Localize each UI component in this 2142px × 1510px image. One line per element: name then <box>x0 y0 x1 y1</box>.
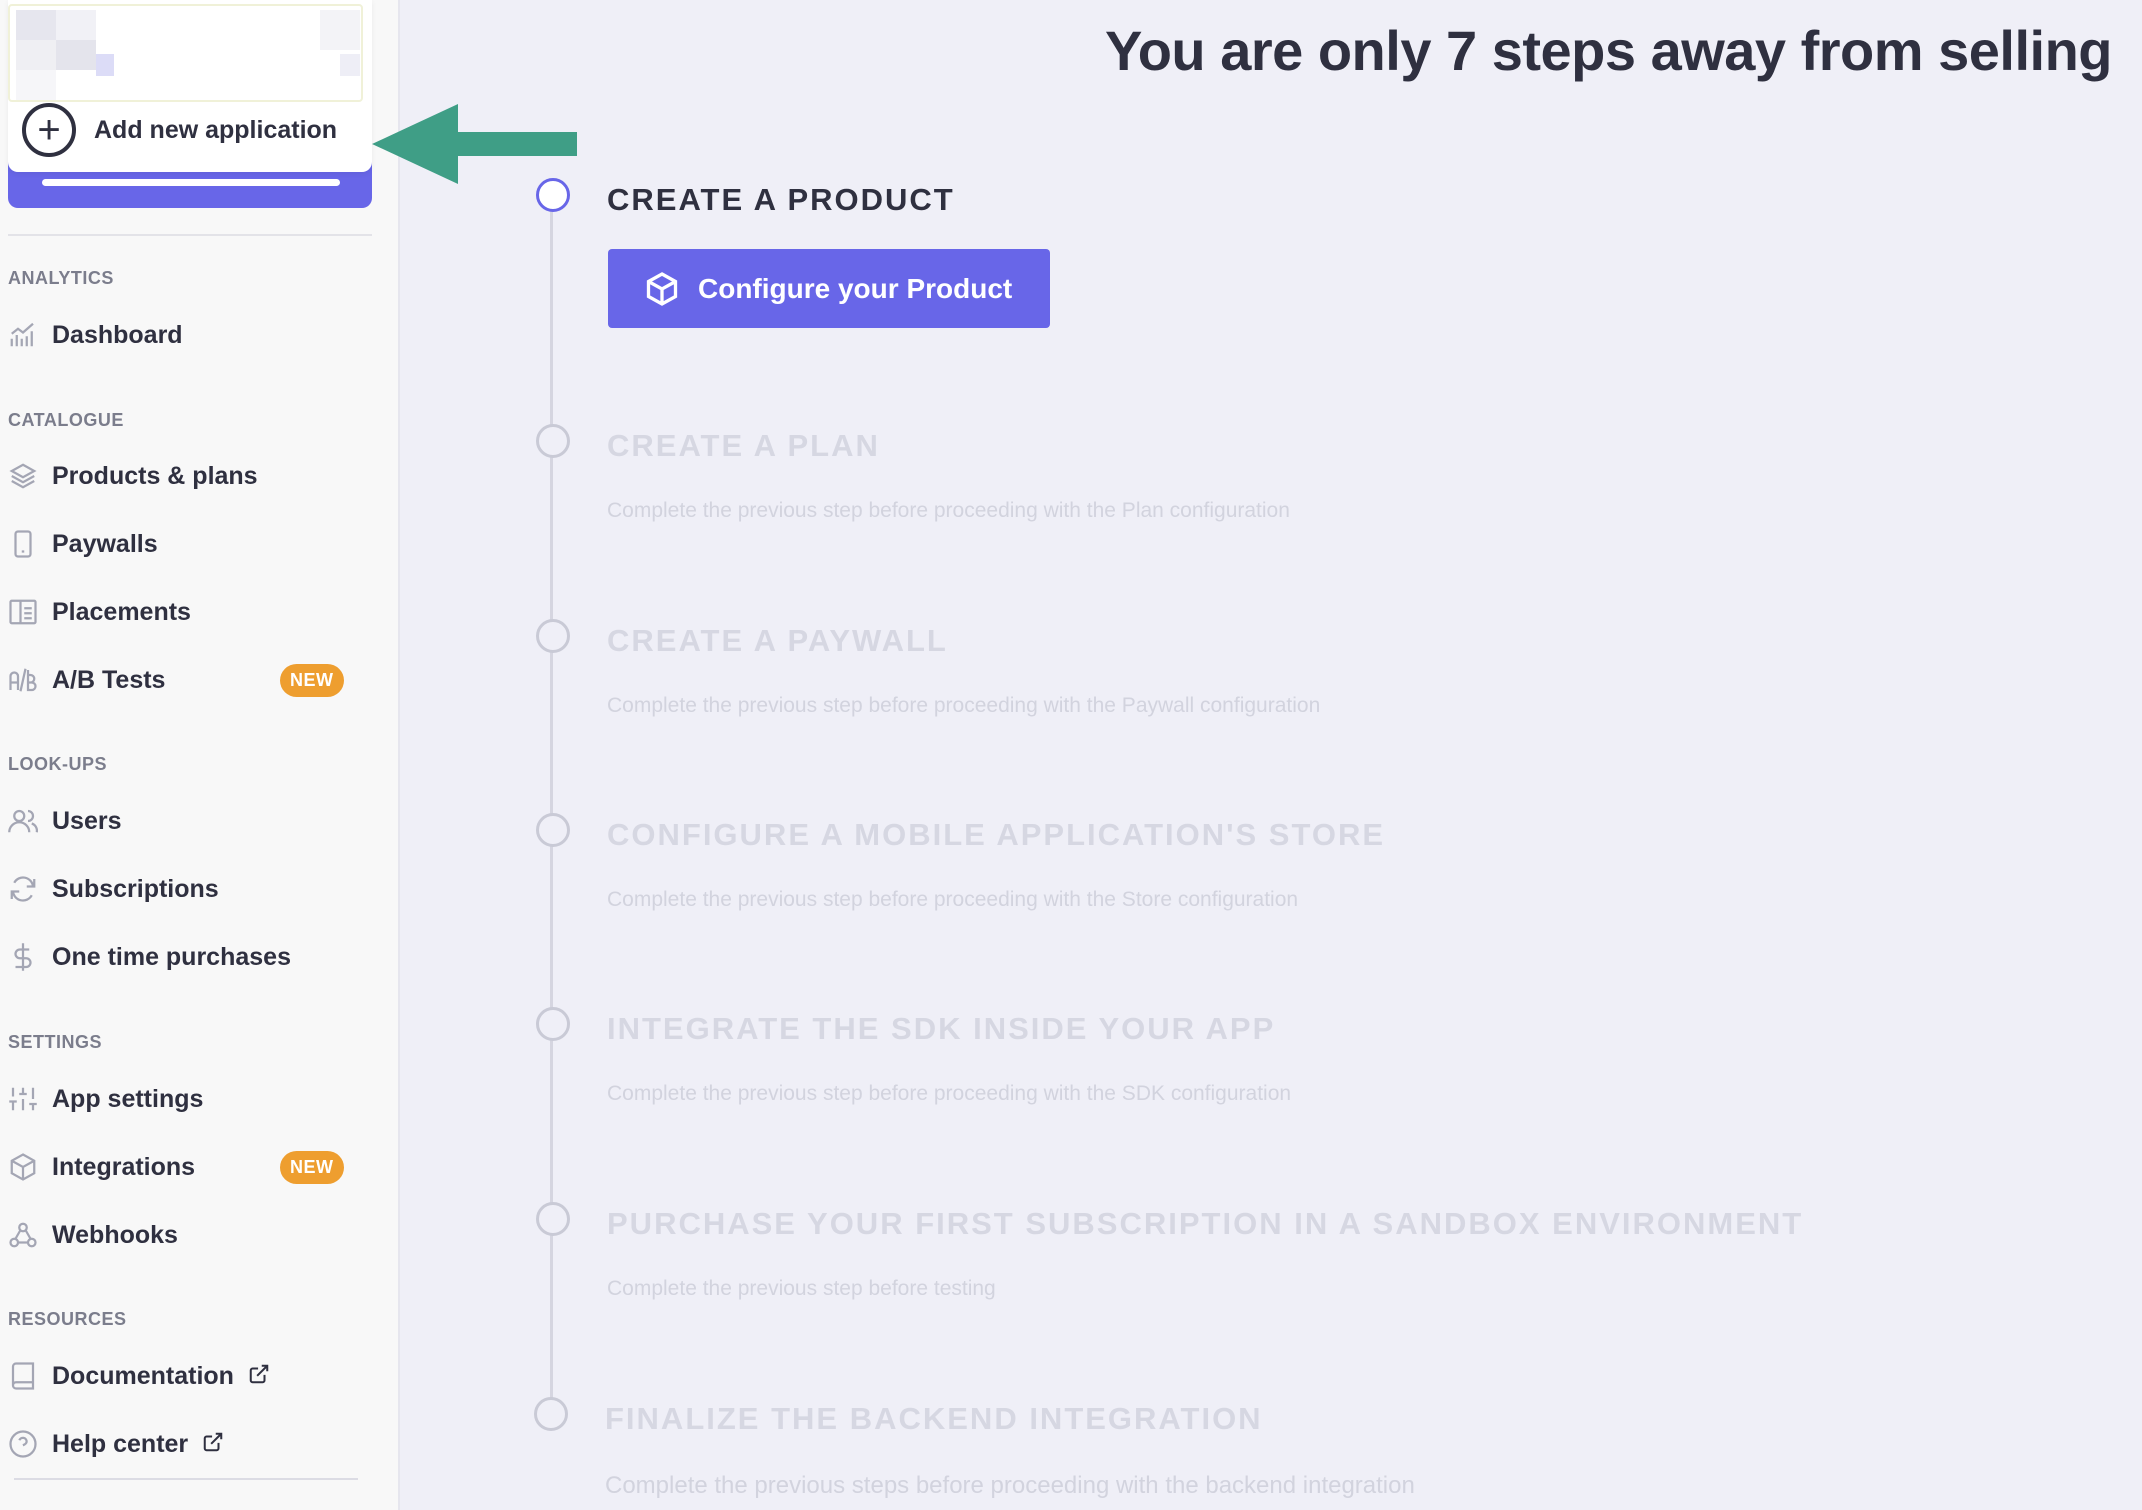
cube-icon <box>8 1152 38 1182</box>
step-title: INTEGRATE THE SDK INSIDE YOUR APP <box>607 1011 1276 1046</box>
section-title-settings: SETTINGS <box>8 1032 103 1052</box>
sidebar-item-label: Help center <box>52 1429 189 1458</box>
step-indicator <box>536 619 570 653</box>
sliders-icon <box>8 1084 38 1114</box>
page-title: You are only 7 steps away from selling <box>1105 19 2112 82</box>
refresh-icon <box>8 874 38 904</box>
step-description: Complete the previous step before procee… <box>607 1082 1292 1105</box>
step-indicator <box>536 1202 570 1236</box>
sidebar-item-one-time-purchases[interactable]: One time purchases <box>8 933 348 981</box>
sidebar-item-label: Paywalls <box>52 529 158 558</box>
add-new-application-label: Add new application <box>94 115 338 144</box>
arrow-annotation-icon <box>372 104 577 184</box>
sidebar-item-documentation[interactable]: Documentation <box>8 1352 348 1400</box>
cube-icon <box>646 271 678 306</box>
sidebar-item-dashboard[interactable]: Dashboard <box>8 311 348 359</box>
app-selector-underline <box>42 179 340 186</box>
new-badge: NEW <box>280 1151 344 1184</box>
sidebar-item-label: Users <box>52 806 122 835</box>
sidebar-item-label: Documentation <box>52 1361 234 1390</box>
sidebar-item-webhooks[interactable]: Webhooks <box>8 1211 348 1259</box>
section-title-analytics: ANALYTICS <box>8 268 114 288</box>
app-logo-blurred[interactable] <box>8 4 363 102</box>
help-icon <box>8 1429 38 1459</box>
dollar-icon <box>8 942 38 972</box>
step-indicator-active <box>536 178 570 212</box>
step-description: Complete the previous step before procee… <box>607 694 1321 717</box>
step-description: Complete the previous step before procee… <box>607 888 1299 911</box>
step-description: Complete the previous step before testin… <box>607 1277 996 1300</box>
step-title: CREATE A PRODUCT <box>607 182 955 217</box>
sidebar-item-label: Integrations <box>52 1152 196 1181</box>
step-title: FINALIZE THE BACKEND INTEGRATION <box>605 1401 1263 1436</box>
section-title-look-ups: LOOK-UPS <box>8 754 108 774</box>
sidebar-item-subscriptions[interactable]: Subscriptions <box>8 865 348 913</box>
step-title: CREATE A PAYWALL <box>607 623 948 658</box>
add-new-application-button[interactable]: + Add new application <box>22 103 338 157</box>
step-title: CREATE A PLAN <box>607 428 880 463</box>
external-link-icon <box>234 1363 270 1390</box>
section-title-resources: RESOURCES <box>8 1309 127 1329</box>
sidebar-item-paywalls[interactable]: Paywalls <box>8 520 348 568</box>
step-indicator <box>536 1007 570 1041</box>
sidebar-item-placements[interactable]: Placements <box>8 588 348 636</box>
sidebar-item-label: Subscriptions <box>52 874 219 903</box>
users-icon <box>8 806 38 836</box>
external-link-icon <box>188 1431 224 1458</box>
sidebar-item-label: Dashboard <box>52 320 183 349</box>
phone-icon <box>8 529 38 559</box>
book-icon <box>8 1361 38 1391</box>
sidebar-item-label: Webhooks <box>52 1220 178 1249</box>
sidebar-item-users[interactable]: Users <box>8 797 348 845</box>
step-indicator <box>536 424 570 458</box>
step-description: Complete the previous step before procee… <box>607 499 1290 522</box>
divider <box>8 234 372 236</box>
step-title: CONFIGURE A MOBILE APPLICATION'S STORE <box>607 817 1386 852</box>
step-description: Complete the previous steps before proce… <box>605 1472 1415 1499</box>
sidebar-item-products-plans[interactable]: Products & plans <box>8 452 348 500</box>
sidebar-item-label: Placements <box>52 597 191 626</box>
step-indicator <box>536 813 570 847</box>
sidebar-item-integrations[interactable]: Integrations NEW <box>8 1143 348 1191</box>
step-indicator <box>534 1397 568 1431</box>
configure-product-label: Configure your Product <box>698 272 1013 304</box>
chart-icon <box>8 320 38 350</box>
webhook-icon <box>8 1220 38 1250</box>
section-title-catalogue: CATALOGUE <box>8 410 124 430</box>
sidebar-item-label: Products & plans <box>52 461 258 490</box>
sidebar-item-help-center[interactable]: Help center <box>8 1420 348 1468</box>
configure-product-button[interactable]: Configure your Product <box>608 249 1050 328</box>
ab-icon <box>8 665 38 695</box>
new-badge: NEW <box>280 664 344 697</box>
sidebar: + Add new application ANALYTICS Dashboar… <box>0 0 400 1510</box>
plus-circle-icon: + <box>22 103 76 157</box>
divider <box>14 1478 358 1480</box>
sidebar-item-label: One time purchases <box>52 942 291 971</box>
app-dropdown-menu: + Add new application <box>8 0 372 172</box>
sidebar-item-ab-tests[interactable]: A/B Tests NEW <box>8 656 348 704</box>
sidebar-item-label: App settings <box>52 1084 204 1113</box>
step-title: PURCHASE YOUR FIRST SUBSCRIPTION IN A SA… <box>607 1206 1804 1241</box>
layout-icon <box>8 597 38 627</box>
layers-icon <box>8 461 38 491</box>
sidebar-item-app-settings[interactable]: App settings <box>8 1075 348 1123</box>
sidebar-item-label: A/B Tests <box>52 665 166 694</box>
